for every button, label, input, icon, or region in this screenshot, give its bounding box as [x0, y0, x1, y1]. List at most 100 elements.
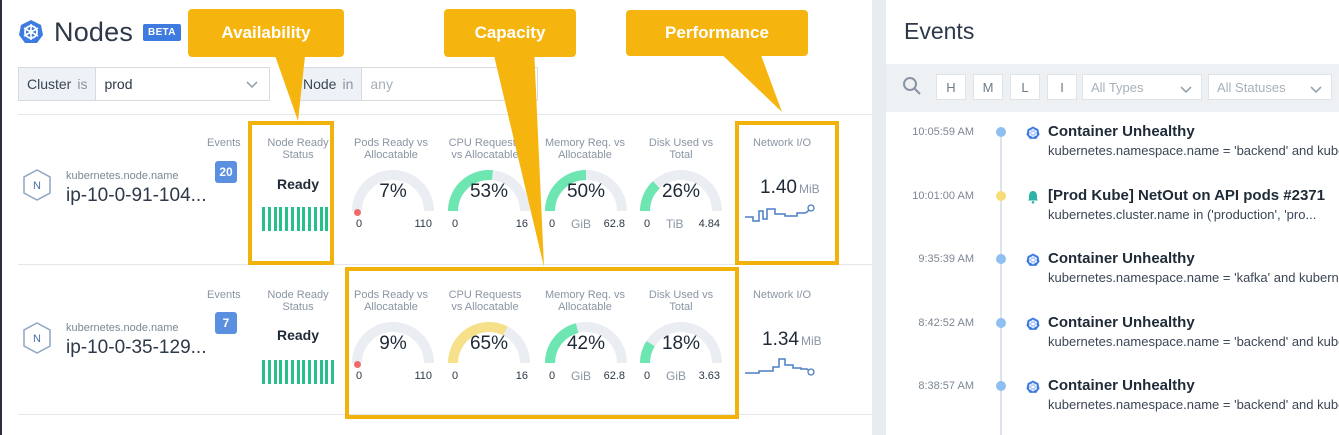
- capacity-highlight: [345, 267, 739, 419]
- event-name[interactable]: [Prod Kube] NetOut on API pods #2371: [1048, 187, 1325, 204]
- cpu-label: CPU Requests vs Allocatable: [448, 137, 522, 161]
- severity-medium-toggle[interactable]: M: [973, 74, 1003, 100]
- event-time: 8:42:52 AM: [918, 316, 974, 329]
- cpu-gauge[interactable]: 53% 0 16: [446, 159, 532, 239]
- timeline-dot: [996, 317, 1006, 328]
- chevron-down-icon: [514, 81, 526, 89]
- cluster-filter-key: Cluster is: [19, 68, 97, 100]
- svg-text:N: N: [33, 180, 41, 192]
- gauge-min: 0: [644, 218, 651, 230]
- gauge-unit: TiB: [666, 217, 684, 231]
- node-filter-key: Node in: [295, 68, 363, 100]
- gauge-max: 4.84: [698, 218, 720, 230]
- event-description: kubernetes.namespace.name = 'backend' an…: [1048, 333, 1339, 349]
- pods-gauge[interactable]: 7% 0 110: [350, 159, 436, 239]
- performance-highlight: [735, 121, 839, 265]
- bell-icon: [1028, 190, 1038, 204]
- page-title: Nodes: [54, 16, 134, 47]
- severity-info-toggle[interactable]: I: [1047, 74, 1077, 100]
- availability-highlight: [248, 121, 334, 265]
- kubernetes-icon: [1026, 380, 1040, 393]
- gauge-percent: 7%: [379, 181, 407, 202]
- node-icon: N: [23, 169, 51, 201]
- event-description: kubernetes.cluster.name in ('production'…: [1048, 206, 1317, 222]
- gauge-max: 16: [515, 218, 528, 230]
- search-icon[interactable]: [902, 76, 922, 96]
- svg-text:N: N: [33, 333, 41, 345]
- events-column-label: Events: [207, 137, 241, 149]
- nodes-panel: Nodes BETA Clusteris prod Nodein any N: [2, 0, 874, 435]
- node-key-label: kubernetes.node.name: [66, 170, 179, 182]
- gauge-max: 110: [414, 218, 432, 230]
- timeline-dot: [996, 190, 1006, 201]
- node-filter[interactable]: Node in any: [294, 67, 538, 101]
- availability-callout: Availability: [188, 9, 344, 57]
- memory-gauge[interactable]: 50% 0 GiB 62.8: [543, 159, 629, 239]
- node-icon: N: [23, 322, 51, 354]
- event-item[interactable]: 9:35:39 AM Container Unhealthy kubernete…: [886, 250, 1339, 317]
- events-column-label: Events: [207, 289, 241, 301]
- gauge-min: 0: [452, 218, 459, 230]
- timeline-dot: [996, 127, 1006, 137]
- gauge-unit: GiB: [571, 217, 592, 231]
- event-item[interactable]: 10:05:59 AM Container Unhealthy kubernet…: [886, 123, 1339, 190]
- kubernetes-icon: [1026, 317, 1040, 330]
- node-name[interactable]: ip-10-0-91-104...: [66, 185, 206, 207]
- disk-gauge[interactable]: 26% 0 TiB 4.84: [638, 159, 724, 239]
- events-count-badge[interactable]: 20: [215, 161, 237, 183]
- network-sparkline[interactable]: [745, 355, 815, 379]
- network-value: 1.34 MiB: [762, 329, 822, 350]
- timeline-dot: [996, 254, 1006, 264]
- events-panel: Events H M L I All Types All Statuses 10…: [886, 0, 1339, 435]
- node-key-label: kubernetes.node.name: [66, 322, 179, 334]
- events-count-badge[interactable]: 7: [215, 312, 237, 334]
- chevron-down-icon: [1310, 86, 1322, 94]
- ready-history-bars: [262, 360, 334, 384]
- event-description: kubernetes.namespace.name = 'backend' an…: [1048, 397, 1339, 412]
- alert-dot: [354, 209, 361, 216]
- event-status-select[interactable]: All Statuses: [1208, 74, 1332, 100]
- events-title: Events: [904, 18, 975, 44]
- kubernetes-logo-icon: [19, 20, 43, 43]
- event-description: kubernetes.namespace.name = 'backend' an…: [1048, 143, 1339, 158]
- event-name[interactable]: Container Unhealthy: [1048, 377, 1195, 394]
- kubernetes-icon: [1026, 253, 1040, 266]
- gauge-min: 0: [356, 218, 363, 230]
- node-name[interactable]: ip-10-0-35-129...: [66, 337, 206, 359]
- gauge-percent: 26%: [661, 181, 701, 202]
- ready-status-value: Ready: [276, 327, 320, 343]
- beta-badge: BETA: [143, 23, 181, 41]
- panel-divider: [872, 0, 886, 435]
- gauge-percent: 50%: [566, 181, 606, 202]
- cluster-filter[interactable]: Cluster is prod: [18, 67, 270, 101]
- node-filter-value: any: [370, 76, 393, 92]
- event-description: kubernetes.namespace.name = 'kafka' and …: [1048, 270, 1339, 285]
- cluster-filter-value: prod: [104, 76, 133, 92]
- severity-high-toggle[interactable]: H: [936, 74, 966, 100]
- chevron-down-icon: [1180, 86, 1192, 94]
- event-time: 9:35:39 AM: [918, 253, 974, 265]
- memory-label: Memory Req. vs Allocatable: [544, 137, 626, 161]
- events-toolbar: H M L I All Types All Statuses: [886, 64, 1339, 112]
- event-type-select[interactable]: All Types: [1082, 74, 1202, 100]
- event-time: 10:01:00 AM: [912, 189, 974, 202]
- event-name[interactable]: Container Unhealthy: [1048, 123, 1195, 140]
- event-time: 10:05:59 AM: [912, 126, 974, 138]
- network-label: Network I/O: [752, 289, 812, 301]
- capacity-callout: Capacity: [444, 9, 576, 57]
- severity-low-toggle[interactable]: L: [1010, 74, 1040, 100]
- kubernetes-icon: [1026, 126, 1040, 139]
- event-item[interactable]: 10:01:00 AM [Prod Kube] NetOut on API po…: [886, 187, 1339, 254]
- event-time: 8:38:57 AM: [918, 380, 974, 392]
- timeline-dot: [996, 381, 1006, 391]
- performance-callout: Performance: [626, 10, 808, 56]
- disk-label: Disk Used vs Total: [648, 137, 714, 161]
- event-item[interactable]: 8:42:52 AM Container Unhealthy kubernete…: [886, 314, 1339, 381]
- event-name[interactable]: Container Unhealthy: [1048, 314, 1195, 331]
- event-name[interactable]: Container Unhealthy: [1048, 250, 1195, 267]
- gauge-max: 62.8: [603, 218, 625, 230]
- page-header: Nodes BETA: [18, 14, 181, 50]
- chevron-down-icon: [246, 81, 258, 89]
- event-item[interactable]: 8:38:57 AM Container Unhealthy kubernete…: [886, 377, 1339, 435]
- gauge-percent: 53%: [469, 181, 509, 202]
